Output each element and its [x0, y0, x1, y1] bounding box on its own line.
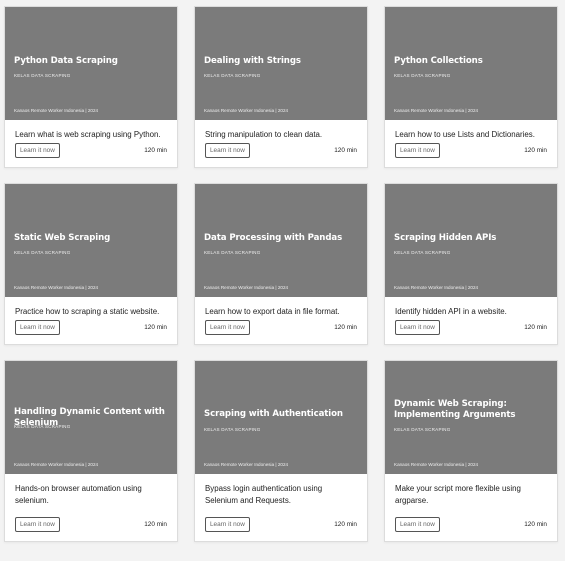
course-duration: 120 min	[144, 521, 167, 528]
course-card: Python Collections KELAS DATA SCRAPING K…	[384, 6, 558, 168]
course-thumbnail[interactable]: Static Web Scraping KELAS DATA SCRAPING …	[5, 184, 177, 297]
course-thumbnail[interactable]: Data Processing with Pandas KELAS DATA S…	[195, 184, 367, 297]
course-description: Identify hidden API in a website.	[395, 307, 507, 316]
learn-it-now-button[interactable]: Learn it now	[205, 320, 250, 335]
thumbnail-footer: Kanaos Remote Worker Indonesia | 2024	[394, 108, 479, 113]
thumbnail-footer: Kanaos Remote Worker Indonesia | 2024	[14, 108, 99, 113]
course-duration: 120 min	[334, 521, 357, 528]
course-card: Handling Dynamic Content with Selenium K…	[4, 360, 178, 542]
thumbnail-category: KELAS DATA SCRAPING	[14, 73, 71, 78]
course-description: Bypass login authentication using Seleni…	[205, 484, 323, 505]
course-duration: 120 min	[524, 324, 547, 331]
course-grid: Python Data Scraping KELAS DATA SCRAPING…	[4, 6, 559, 557]
thumbnail-footer: Kanaos Remote Worker Indonesia | 2024	[14, 285, 99, 290]
course-duration: 120 min	[524, 147, 547, 154]
course-duration: 120 min	[144, 147, 167, 154]
course-description: Learn how to export data in file format.	[205, 307, 340, 316]
thumbnail-category: KELAS DATA SCRAPING	[204, 73, 261, 78]
thumbnail-footer: Kanaos Remote Worker Indonesia | 2024	[394, 285, 479, 290]
course-thumbnail[interactable]: Dynamic Web Scraping: Implementing Argum…	[385, 361, 557, 474]
course-description: Learn what is web scraping using Python.	[15, 130, 161, 139]
course-thumbnail[interactable]: Dealing with Strings KELAS DATA SCRAPING…	[195, 7, 367, 120]
course-card: Scraping with Authentication KELAS DATA …	[194, 360, 368, 542]
thumbnail-category: KELAS DATA SCRAPING	[14, 250, 71, 255]
course-description: Hands-on browser automation using seleni…	[15, 484, 142, 505]
thumbnail-title: Dynamic Web Scraping: Implementing Argum…	[394, 399, 516, 420]
thumbnail-title: Dealing with Strings	[204, 56, 301, 66]
thumbnail-category: KELAS DATA SCRAPING	[394, 73, 451, 78]
course-duration: 120 min	[524, 521, 547, 528]
thumbnail-title: Static Web Scraping	[14, 233, 111, 243]
thumbnail-title: Scraping Hidden APIs	[394, 233, 497, 243]
course-card: Scraping Hidden APIs KELAS DATA SCRAPING…	[384, 183, 558, 345]
course-description: String manipulation to clean data.	[205, 130, 323, 139]
learn-it-now-button[interactable]: Learn it now	[15, 320, 60, 335]
course-card: Dealing with Strings KELAS DATA SCRAPING…	[194, 6, 368, 168]
thumbnail-title: Scraping with Authentication	[204, 409, 343, 419]
thumbnail-category: KELAS DATA SCRAPING	[204, 250, 261, 255]
thumbnail-title: Python Data Scraping	[14, 56, 118, 66]
learn-it-now-button[interactable]: Learn it now	[395, 320, 440, 335]
course-description: Practice how to scraping a static websit…	[15, 307, 160, 316]
course-card: Dynamic Web Scraping: Implementing Argum…	[384, 360, 558, 542]
course-duration: 120 min	[334, 324, 357, 331]
course-description: Learn how to use Lists and Dictionaries.	[395, 130, 535, 139]
learn-it-now-button[interactable]: Learn it now	[395, 517, 440, 532]
thumbnail-footer: Kanaos Remote Worker Indonesia | 2024	[204, 285, 289, 290]
thumbnail-title: Python Collections	[394, 56, 483, 66]
course-thumbnail[interactable]: Scraping with Authentication KELAS DATA …	[195, 361, 367, 474]
learn-it-now-button[interactable]: Learn it now	[395, 143, 440, 158]
course-duration: 120 min	[334, 147, 357, 154]
learn-it-now-button[interactable]: Learn it now	[15, 143, 60, 158]
learn-it-now-button[interactable]: Learn it now	[205, 143, 250, 158]
thumbnail-category: KELAS DATA SCRAPING	[394, 250, 451, 255]
learn-it-now-button[interactable]: Learn it now	[15, 517, 60, 532]
course-card: Static Web Scraping KELAS DATA SCRAPING …	[4, 183, 178, 345]
course-card: Python Data Scraping KELAS DATA SCRAPING…	[4, 6, 178, 168]
course-description: Make your script more flexible using arg…	[395, 484, 521, 505]
course-thumbnail[interactable]: Python Data Scraping KELAS DATA SCRAPING…	[5, 7, 177, 120]
course-thumbnail[interactable]: Python Collections KELAS DATA SCRAPING K…	[385, 7, 557, 120]
thumbnail-footer: Kanaos Remote Worker Indonesia | 2024	[204, 108, 289, 113]
learn-it-now-button[interactable]: Learn it now	[205, 517, 250, 532]
course-card: Data Processing with Pandas KELAS DATA S…	[194, 183, 368, 345]
thumbnail-footer: Kanaos Remote Worker Indonesia | 2024	[394, 462, 479, 467]
thumbnail-footer: Kanaos Remote Worker Indonesia | 2024	[14, 462, 99, 467]
thumbnail-footer: Kanaos Remote Worker Indonesia | 2024	[204, 462, 289, 467]
thumbnail-title: Data Processing with Pandas	[204, 233, 343, 243]
thumbnail-category: KELAS DATA SCRAPING	[394, 427, 451, 432]
thumbnail-category: KELAS DATA SCRAPING	[204, 427, 261, 432]
thumbnail-category: KELAS DATA SCRAPING	[14, 424, 71, 429]
course-thumbnail[interactable]: Scraping Hidden APIs KELAS DATA SCRAPING…	[385, 184, 557, 297]
course-thumbnail[interactable]: Handling Dynamic Content with Selenium K…	[5, 361, 177, 474]
course-duration: 120 min	[144, 324, 167, 331]
